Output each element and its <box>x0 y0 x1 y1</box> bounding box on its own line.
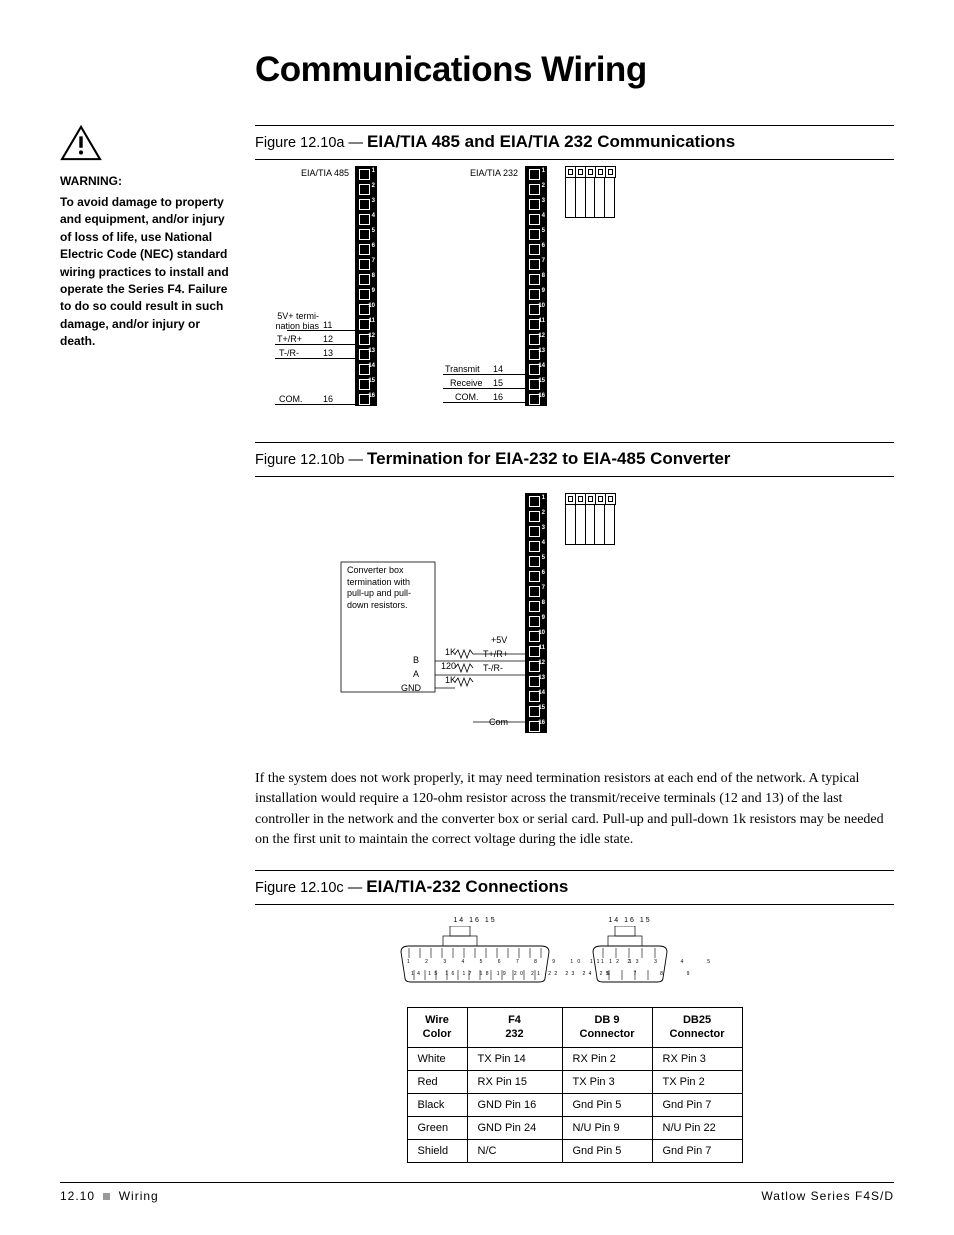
label-rx: Receive <box>450 378 483 388</box>
diagram-a: EIA/TIA 485 EIA/TIA 232 1234 5678 910111… <box>255 166 894 424</box>
page-title: Communications Wiring <box>255 50 894 90</box>
diagram-c: 14 16 15 <box>255 911 894 999</box>
table-row: GreenGND Pin 24N/U Pin 9N/U Pin 22 <box>407 1116 742 1139</box>
fig-a-title: EIA/TIA 485 and EIA/TIA 232 Communicatio… <box>367 132 735 151</box>
footer-product: Watlow Series F4S/D <box>761 1189 894 1203</box>
table-row: WhiteTX Pin 14RX Pin 2RX Pin 3 <box>407 1047 742 1070</box>
diagram-b: 1234 5678 9101112 13141516 Converter box… <box>255 483 894 751</box>
label-com-b: Com <box>489 717 508 727</box>
db9-drawing: 14 16 15 1 2 3 4 5 6 7 8 <box>585 917 675 986</box>
fig-a-prefix: Figure 12.10a — <box>255 135 367 151</box>
th-db9: DB 9 Connector <box>562 1008 652 1048</box>
label-tminus: T-/R- <box>279 348 299 358</box>
warning-body: To avoid damage to property and equipmen… <box>60 194 255 351</box>
label-tx-pin: 14 <box>493 364 503 374</box>
label-com232: COM. <box>455 392 479 402</box>
label-com485-pin: 16 <box>323 394 333 404</box>
board-chip-b <box>565 493 615 545</box>
board-chip-a <box>565 166 615 218</box>
label-a: A <box>413 669 419 679</box>
fig-b-title: Termination for EIA-232 to EIA-485 Conve… <box>367 449 730 468</box>
warning-sidebar: WARNING: To avoid damage to property and… <box>60 125 255 1181</box>
label-tminus-pin: 13 <box>323 348 333 358</box>
db25-drawing: 14 16 15 <box>395 917 555 986</box>
table-row: ShieldN/CGnd Pin 5Gnd Pin 7 <box>407 1139 742 1162</box>
converter-box-outline <box>335 558 535 738</box>
figure-a: Figure 12.10a — EIA/TIA 485 and EIA/TIA … <box>255 125 894 424</box>
label-rx-pin: 15 <box>493 378 503 388</box>
label-com485: COM. <box>279 394 303 404</box>
page-footer: 12.10 Wiring Watlow Series F4S/D <box>60 1182 894 1203</box>
warning-triangle-icon <box>60 125 102 161</box>
label-eia232: EIA/TIA 232 <box>470 168 518 178</box>
label-1k1: 1K <box>445 647 456 657</box>
footer-page-number: 12.10 <box>60 1189 95 1203</box>
main-content: Figure 12.10a — EIA/TIA 485 and EIA/TIA … <box>255 125 894 1181</box>
label-bias-pin: 11 <box>323 320 332 330</box>
warning-heading: WARNING: <box>60 174 255 188</box>
label-1k2: 1K <box>445 675 456 685</box>
label-tplus-b: T+/R+ <box>483 649 508 659</box>
th-f4-232: F4 232 <box>467 1008 562 1048</box>
label-5v: +5V <box>491 635 507 645</box>
figure-c: Figure 12.10c — EIA/TIA-232 Connections … <box>255 870 894 1163</box>
label-bias: 5V+ termi- nation bias <box>255 312 319 332</box>
label-tminus-b: T-/R- <box>483 663 503 673</box>
label-eia485: EIA/TIA 485 <box>301 168 349 178</box>
table-row: BlackGND Pin 16Gnd Pin 5Gnd Pin 7 <box>407 1093 742 1116</box>
terminal-block-485: 1234 5678 9101112 13141516 <box>355 166 377 406</box>
connections-table: Wire Color F4 232 DB 9 Connector DB25 Co… <box>407 1007 743 1163</box>
label-b: B <box>413 655 419 665</box>
terminal-block-232: 1234 5678 9101112 13141516 <box>525 166 547 406</box>
label-tx: Transmit <box>445 364 480 374</box>
figure-b: Figure 12.10b — Termination for EIA-232 … <box>255 442 894 751</box>
table-row: RedRX Pin 15TX Pin 3TX Pin 2 <box>407 1070 742 1093</box>
label-tplus: T+/R+ <box>277 334 302 344</box>
label-120: 120 <box>441 661 456 671</box>
footer-square-icon <box>103 1193 110 1200</box>
fig-c-title: EIA/TIA-232 Connections <box>366 877 568 896</box>
label-tplus-pin: 12 <box>323 334 333 344</box>
body-paragraph: If the system does not work properly, it… <box>255 769 894 850</box>
footer-section: Wiring <box>119 1189 159 1203</box>
label-com232-pin: 16 <box>493 392 503 402</box>
fig-c-prefix: Figure 12.10c — <box>255 880 366 896</box>
th-db25: DB25 Connector <box>652 1008 742 1048</box>
label-gnd: GND <box>401 683 421 693</box>
fig-b-prefix: Figure 12.10b — <box>255 452 367 468</box>
th-wire-color: Wire Color <box>407 1008 467 1048</box>
